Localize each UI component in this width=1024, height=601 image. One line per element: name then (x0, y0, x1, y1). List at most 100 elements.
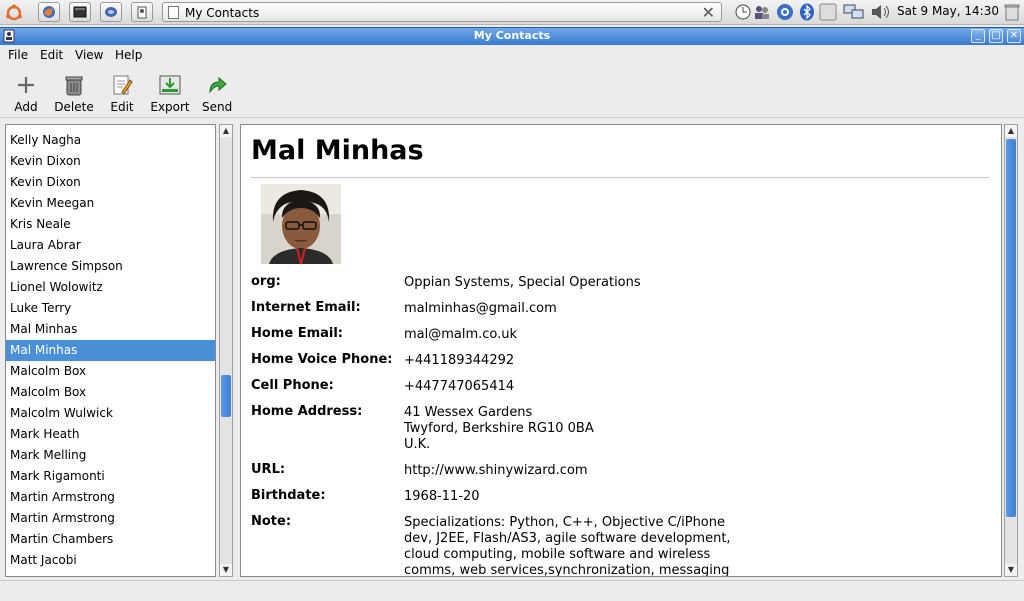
edit-label: Edit (110, 100, 134, 114)
home-address-line2: Twyford, Berkshire RG10 0BA (404, 421, 594, 436)
contact-list-item[interactable]: Mal Minhas (6, 319, 215, 340)
send-button[interactable]: Send (202, 73, 232, 114)
show-desktop-icon[interactable] (131, 2, 153, 22)
note-line4: comms, web services,synchronization, mes… (404, 563, 730, 577)
cell-phone-value: +447747065414 (404, 379, 515, 394)
contact-list-item[interactable]: Kelly Nagha (6, 130, 215, 151)
contact-list: Kelly Nagha Kevin Dixon Kevin Dixon Kevi… (6, 125, 215, 571)
contact-list-item[interactable]: Martin Chambers (6, 529, 215, 550)
contact-list-item[interactable]: Kevin Dixon (6, 151, 215, 172)
contact-list-item[interactable]: Martin Armstrong (6, 508, 215, 529)
blank-applet-icon[interactable] (819, 3, 837, 21)
ubuntu-menu-icon[interactable] (2, 2, 24, 22)
home-address-line3: U.K. (404, 437, 431, 452)
scroll-up-arrow-icon[interactable]: ▲ (1005, 125, 1017, 137)
org-value: Oppian Systems, Special Operations (404, 275, 641, 290)
note-line1: Specializations: Python, C++, Objective … (404, 515, 725, 530)
add-button[interactable]: Add (13, 73, 39, 114)
home-phone-label: Home Voice Phone: (251, 352, 393, 367)
terminal-launcher-icon[interactable] (69, 2, 91, 22)
network-launcher-icon[interactable] (100, 2, 122, 22)
contact-list-item[interactable]: Malcolm Wulwick (6, 403, 215, 424)
menu-bar: File Edit View Help (0, 45, 1024, 66)
maximize-button[interactable]: □ (989, 29, 1003, 43)
contact-list-item[interactable]: Luke Terry (6, 298, 215, 319)
taskbar-window-label: My Contacts (185, 6, 260, 20)
taskbar-window-button[interactable]: My Contacts ✕ (162, 2, 722, 22)
scroll-down-arrow-icon[interactable]: ▼ (1005, 564, 1017, 576)
contact-list-item[interactable]: Matt Jacobi (6, 550, 215, 571)
window-titlebar[interactable]: My Contacts _ □ ✕ (0, 27, 1024, 45)
menu-edit[interactable]: Edit (40, 48, 63, 62)
note-line2: dev, J2EE, Flash/AS3, agile software dev… (404, 531, 731, 546)
window-close-button[interactable]: ✕ (1007, 29, 1021, 43)
network-manager-icon[interactable] (843, 3, 865, 21)
home-email-label: Home Email: (251, 326, 344, 341)
birthdate-value: 1968-11-20 (404, 489, 480, 504)
internet-email-value: malminhas@gmail.com (404, 301, 557, 316)
trash-can-icon (65, 76, 83, 96)
contact-list-item[interactable]: Kevin Dixon (6, 172, 215, 193)
contact-list-item[interactable]: Malcolm Box (6, 361, 215, 382)
volume-icon[interactable] (870, 3, 892, 21)
add-label: Add (14, 100, 38, 114)
firefox-launcher-icon[interactable] (38, 2, 60, 22)
scroll-down-arrow-icon[interactable]: ▼ (220, 564, 232, 576)
contact-detail-pane: Mal Minhas org: Oppian Systems, Special … (240, 124, 1002, 577)
url-value[interactable]: http://www.shinywizard.com (404, 463, 588, 479)
contact-list-item[interactable]: Mark Melling (6, 445, 215, 466)
network-status-icon[interactable] (774, 3, 796, 21)
edit-icon (113, 75, 133, 95)
detail-scrollbar[interactable]: ▲ ▼ (1004, 124, 1018, 577)
note-label: Note: (251, 514, 292, 529)
users-icon[interactable] (753, 3, 771, 21)
contact-list-item[interactable]: Lionel Wolowitz (6, 277, 215, 298)
window-title: My Contacts (473, 29, 551, 42)
delete-button[interactable]: Delete (54, 73, 94, 114)
scroll-up-arrow-icon[interactable]: ▲ (220, 125, 232, 137)
contact-list-scroll-thumb[interactable] (221, 375, 231, 417)
export-icon (159, 75, 181, 95)
bluetooth-icon[interactable] (798, 3, 816, 21)
home-phone-value: +441189344292 (404, 353, 515, 368)
trash-icon[interactable] (1004, 3, 1020, 21)
close-icon[interactable]: ✕ (702, 3, 715, 22)
contact-name-heading: Mal Minhas (251, 135, 424, 166)
contact-list-item[interactable]: Martin Armstrong (6, 487, 215, 508)
contact-list-item[interactable]: Lawrence Simpson (6, 256, 215, 277)
contact-list-item[interactable]: Malcolm Box (6, 382, 215, 403)
home-email-value: mal@malm.co.uk (404, 327, 518, 342)
send-icon (209, 76, 227, 94)
url-label: URL: (251, 462, 286, 477)
contacts-app-icon (168, 6, 179, 19)
contact-list-item[interactable]: Kris Neale (6, 214, 215, 235)
clock[interactable]: Sat 9 May, 14:30 (897, 4, 999, 18)
clock-applet-icon[interactable] (734, 3, 752, 21)
menu-file[interactable]: File (8, 48, 28, 62)
export-button[interactable]: Export (150, 73, 190, 114)
contact-list-scrollbar[interactable]: ▲ ▼ (219, 124, 233, 577)
menu-help[interactable]: Help (115, 48, 142, 62)
status-bar (0, 580, 1024, 601)
send-label: Send (202, 100, 233, 114)
home-address-label: Home Address: (251, 404, 363, 419)
top-panel: My Contacts ✕ Sat 9 May, 14:30 (0, 0, 1024, 25)
home-address-line1: 41 Wessex Gardens (404, 405, 533, 420)
edit-button[interactable]: Edit (109, 73, 135, 114)
contact-list-pane[interactable]: Kelly Nagha Kevin Dixon Kevin Dixon Kevi… (5, 124, 216, 577)
contact-list-item[interactable]: Laura Abrar (6, 235, 215, 256)
toolbar: Add Delete Edit Export Send (0, 67, 1024, 118)
org-label: org: (251, 274, 281, 289)
menu-view[interactable]: View (75, 48, 103, 62)
internet-email-label: Internet Email: (251, 300, 361, 315)
minimize-button[interactable]: _ (971, 29, 985, 43)
contact-list-item[interactable]: Kevin Meegan (6, 193, 215, 214)
contact-list-item-selected[interactable]: Mal Minhas (6, 340, 215, 361)
note-line3: cloud computing, mobile software and wir… (404, 547, 711, 562)
detail-scroll-thumb[interactable] (1006, 139, 1016, 517)
birthdate-label: Birthdate: (251, 488, 326, 503)
contact-list-item[interactable]: Mark Rigamonti (6, 466, 215, 487)
cell-phone-label: Cell Phone: (251, 378, 334, 393)
add-icon (18, 77, 34, 93)
contact-list-item[interactable]: Mark Heath (6, 424, 215, 445)
